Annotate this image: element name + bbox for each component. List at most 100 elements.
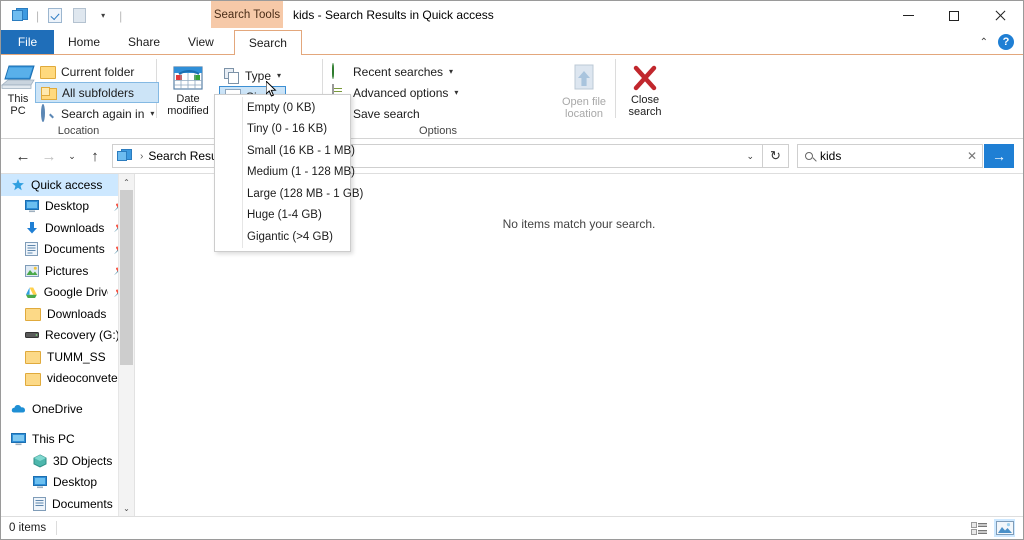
contextual-tab-header-search-tools[interactable]: Search Tools <box>211 1 283 28</box>
chevron-down-icon: ▾ <box>449 67 453 76</box>
close-search-line2: search <box>628 106 661 118</box>
search-input[interactable]: kids ✕ <box>797 144 983 168</box>
scroll-down-arrow-icon[interactable]: ⌄ <box>119 500 134 516</box>
documents-icon <box>25 242 38 256</box>
explorer-body: Quick access Desktop 📌 Downloads 📌 <box>1 173 1023 516</box>
mouse-cursor <box>266 81 278 99</box>
tab-file[interactable]: File <box>1 30 54 54</box>
ribbon-group-options: Recent searches ▾ Advanced options ▾ Sav… <box>323 55 553 138</box>
sidebar-item-onedrive[interactable]: OneDrive <box>1 398 134 420</box>
documents-icon <box>33 497 46 511</box>
sidebar-item-label: 3D Objects <box>53 454 112 468</box>
3d-objects-icon <box>33 454 47 468</box>
sidebar-item-recovery-drive[interactable]: Recovery (G:) <box>1 325 134 347</box>
forward-button[interactable]: → <box>36 143 62 169</box>
menu-item-huge[interactable]: Huge (1-4 GB) <box>215 205 350 227</box>
sidebar-item-3d-objects[interactable]: 3D Objects <box>1 450 134 472</box>
tab-search-label: Search <box>249 36 287 50</box>
tab-search[interactable]: Search <box>234 30 302 55</box>
sidebar-item-desktop-thispc[interactable]: Desktop <box>1 472 134 494</box>
refresh-button[interactable]: ↻ <box>763 144 789 168</box>
clear-search-icon[interactable]: ✕ <box>962 149 982 163</box>
open-file-location-button[interactable]: Open file location <box>554 61 614 120</box>
date-modified-button[interactable]: Date modified <box>157 59 219 117</box>
tab-view-label: View <box>188 35 214 49</box>
scrollbar-thumb[interactable] <box>120 190 133 365</box>
current-folder-button[interactable]: Current folder <box>35 61 159 82</box>
sidebar-item-label: Desktop <box>45 199 89 213</box>
back-button[interactable]: ← <box>10 143 36 169</box>
minimize-button[interactable] <box>885 1 931 30</box>
sidebar-item-desktop[interactable]: Desktop 📌 <box>1 196 134 218</box>
menu-item-large[interactable]: Large (128 MB - 1 GB) <box>215 183 350 205</box>
spacer-label-2 <box>616 122 674 138</box>
window-title: kids - Search Results in Quick access <box>293 1 494 28</box>
sidebar-item-downloads-pinned[interactable]: Downloads 📌 <box>1 217 134 239</box>
open-file-location-icon <box>569 64 599 94</box>
size-dropdown-menu[interactable]: Empty (0 KB) Tiny (0 - 16 KB) Small (16 … <box>214 94 351 252</box>
close-search-button[interactable]: Close search <box>617 61 673 118</box>
advanced-options-label: Advanced options <box>353 86 448 100</box>
sidebar-item-documents[interactable]: Documents 📌 <box>1 239 134 261</box>
ribbon-group-label-options: Options <box>323 124 553 138</box>
pictures-icon <box>25 265 39 277</box>
tab-view[interactable]: View <box>174 30 228 54</box>
details-view-icon[interactable] <box>969 519 990 537</box>
breadcrumb-separator: › <box>135 151 148 162</box>
recent-locations-button[interactable]: ⌄ <box>62 143 82 169</box>
sidebar-item-tumm-ss[interactable]: TUMM_SS <box>1 346 134 368</box>
navigation-pane-scrollbar[interactable]: ⌃ ⌄ <box>118 174 134 516</box>
sidebar-item-label: TUMM_SS <box>47 350 106 364</box>
tab-home[interactable]: Home <box>54 30 114 54</box>
menu-item-empty[interactable]: Empty (0 KB) <box>215 97 350 119</box>
up-arrow-icon: ↑ <box>91 148 99 165</box>
date-modified-label-line2: modified <box>167 105 209 117</box>
collapse-ribbon-icon[interactable]: ⌃ <box>980 37 988 48</box>
help-icon[interactable]: ? <box>998 34 1014 50</box>
tab-share[interactable]: Share <box>114 30 174 54</box>
search-again-in-button[interactable]: Search again in ▾ <box>35 103 159 124</box>
view-mode-buttons <box>969 519 1015 537</box>
up-button[interactable]: ↑ <box>82 143 108 169</box>
sidebar-item-label: Downloads <box>45 221 104 235</box>
scroll-up-arrow-icon[interactable]: ⌃ <box>119 174 134 190</box>
address-input[interactable]: › Search Results in ⌄ <box>112 144 763 168</box>
desktop-icon <box>33 476 47 489</box>
this-pc-icon <box>11 433 26 446</box>
sidebar-item-this-pc[interactable]: This PC <box>1 429 134 451</box>
sidebar-item-label: Pictures <box>45 264 88 278</box>
search-go-button[interactable]: → <box>984 144 1014 168</box>
new-folder-icon[interactable] <box>69 6 89 26</box>
sidebar-item-google-drive[interactable]: Google Drive 📌 <box>1 282 134 304</box>
chevron-down-icon[interactable]: ▾ <box>93 6 113 26</box>
close-search-icon <box>631 64 659 92</box>
sidebar-item-documents-thispc[interactable]: Documents <box>1 493 134 515</box>
ribbon: This PC Current folder All subfolders Se… <box>1 55 1023 139</box>
ribbon-group-label-location: Location <box>1 124 156 138</box>
maximize-button[interactable] <box>931 1 977 30</box>
save-search-label: Save search <box>353 107 420 121</box>
sidebar-item-label: Desktop <box>53 475 97 489</box>
address-bar: ← → ⌄ ↑ › Search Results in ⌄ ↻ kids ✕ → <box>1 139 1023 173</box>
close-button[interactable] <box>977 1 1023 30</box>
properties-icon[interactable] <box>45 6 65 26</box>
sidebar-item-label: OneDrive <box>32 402 83 416</box>
menu-item-tiny[interactable]: Tiny (0 - 16 KB) <box>215 119 350 141</box>
folder-icon <box>40 66 56 79</box>
open-file-location-line2: location <box>565 108 603 120</box>
menu-item-medium[interactable]: Medium (1 - 128 MB) <box>215 162 350 184</box>
menu-item-small[interactable]: Small (16 KB - 1 MB) <box>215 140 350 162</box>
sidebar-item-videoconveterub[interactable]: videoconveterub <box>1 368 134 390</box>
recent-searches-button[interactable]: Recent searches ▾ <box>327 61 463 82</box>
status-bar: 0 items <box>1 516 1023 539</box>
explorer-icon[interactable] <box>10 6 30 26</box>
address-dropdown-icon[interactable]: ⌄ <box>746 151 758 162</box>
all-subfolders-button[interactable]: All subfolders <box>35 82 159 103</box>
sidebar-item-quick-access[interactable]: Quick access <box>1 174 134 196</box>
window-controls <box>885 1 1023 30</box>
sidebar-item-downloads-folder[interactable]: Downloads <box>1 303 134 325</box>
menu-item-gigantic[interactable]: Gigantic (>4 GB) <box>215 226 350 248</box>
sidebar-item-pictures[interactable]: Pictures 📌 <box>1 260 134 282</box>
large-icons-view-icon[interactable] <box>994 519 1015 537</box>
this-pc-button[interactable]: This PC <box>1 59 35 117</box>
